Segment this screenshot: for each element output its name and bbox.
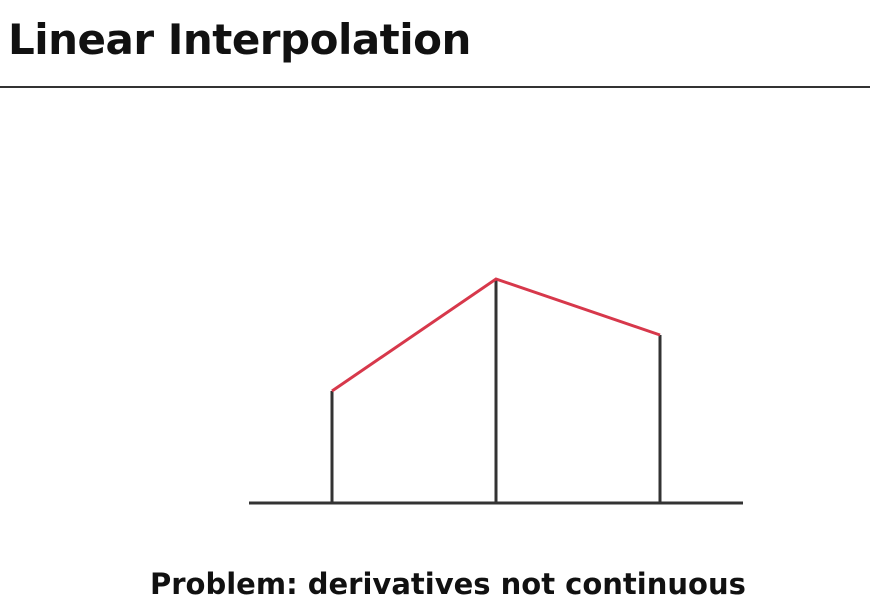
interpolation-diagram <box>249 277 743 505</box>
caption: Problem: derivatives not continuous <box>150 567 746 601</box>
sample-stems <box>330 279 662 503</box>
